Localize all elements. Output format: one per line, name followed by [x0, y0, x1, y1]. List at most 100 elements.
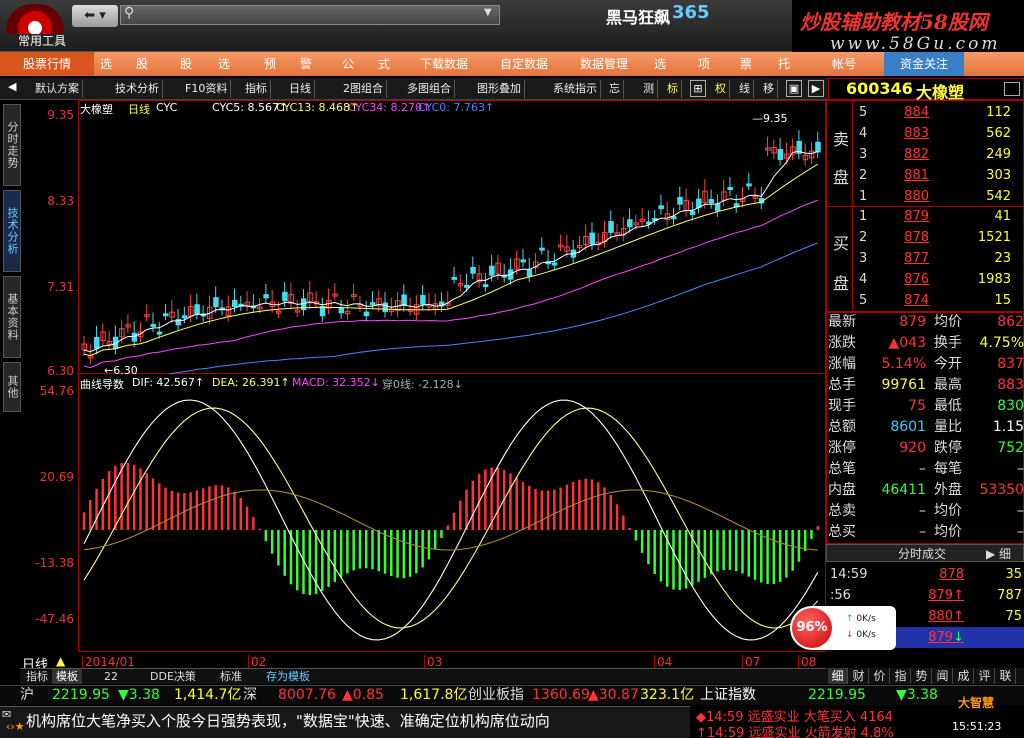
buy-order-row[interactable]: 4 876 1983: [855, 269, 1023, 290]
buy-order-row[interactable]: 5 874 15: [855, 290, 1023, 311]
menu-item[interactable]: 资金关注: [884, 52, 964, 76]
sell-order-row[interactable]: 4 883 562: [855, 123, 1023, 144]
toolbar-button[interactable]: 移: [760, 80, 778, 98]
bottom-tab[interactable]: 22: [100, 669, 122, 684]
window-button[interactable]: ▣: [786, 80, 802, 97]
index-ticker-item[interactable]: 1,617.8亿: [400, 686, 467, 704]
menu-item[interactable]: 公: [336, 52, 360, 76]
menu-item[interactable]: 警: [294, 52, 318, 76]
detail-tab[interactable]: 评: [975, 668, 995, 684]
detail-tab[interactable]: 指: [891, 668, 911, 684]
crosshair-button[interactable]: ⊞: [690, 80, 706, 97]
index-ticker-item[interactable]: ▼3.38: [118, 686, 160, 704]
toolbar-button[interactable]: 多图组合: [404, 80, 455, 98]
menu-item[interactable]: 股票行情: [0, 52, 94, 76]
menu-item[interactable]: 股: [174, 52, 198, 76]
prev-arrow-icon[interactable]: ◀: [8, 80, 16, 93]
index-ticker-item[interactable]: ▼3.38: [896, 686, 938, 704]
detail-tab[interactable]: 财: [849, 668, 869, 684]
detail-tab[interactable]: 势: [912, 668, 932, 684]
index-ticker-item[interactable]: 8007.76: [278, 686, 336, 704]
toolbar-button[interactable]: 默认方案: [32, 80, 83, 98]
back-arrow-icon[interactable]: ⬅: [84, 8, 95, 23]
index-ticker-item[interactable]: 上证指数: [700, 686, 756, 704]
tick-row[interactable]: 14:59 878 35: [826, 564, 1024, 585]
left-tab[interactable]: 其他: [3, 362, 21, 412]
period-arrow-icon[interactable]: ▲: [56, 654, 65, 668]
detail-tab[interactable]: 细: [828, 668, 848, 684]
index-ticker-item[interactable]: 1,414.7亿: [174, 686, 241, 704]
menu-item[interactable]: 选: [94, 52, 118, 76]
index-ticker-item[interactable]: 2219.95: [808, 686, 866, 704]
menu-item[interactable]: 选: [648, 52, 672, 76]
news-nav-icon[interactable]: ‹›★: [6, 720, 25, 733]
detail-tab[interactable]: 成: [954, 668, 974, 684]
detail-tab[interactable]: 价: [870, 668, 890, 684]
detail-tab[interactable]: 闻: [933, 668, 953, 684]
search-dropdown-icon[interactable]: ▼: [484, 7, 492, 18]
common-tools-label[interactable]: 常用工具: [18, 32, 66, 49]
toolbar-next-button[interactable]: ▶: [808, 80, 824, 97]
index-ticker-item[interactable]: 323.1亿: [640, 686, 694, 704]
bottom-tab[interactable]: 标准: [216, 669, 246, 684]
tick-row[interactable]: :56 879↑ 787: [826, 585, 1024, 606]
bottom-tab[interactable]: 存为模板: [262, 669, 314, 684]
bottom-tab[interactable]: 模板: [52, 669, 82, 684]
toolbar-button[interactable]: 指标: [242, 80, 271, 98]
chevron-down-icon[interactable]: ▾: [99, 8, 106, 23]
left-tab[interactable]: 技术分析: [3, 190, 21, 272]
index-ticker-item[interactable]: 沪: [20, 686, 34, 704]
stock-menu-button[interactable]: [1004, 82, 1020, 96]
toolbar-button[interactable]: 图形叠加: [474, 80, 525, 98]
sell-order-row[interactable]: 1 880 542: [855, 186, 1023, 207]
bottom-tab[interactable]: DDE决策: [146, 669, 200, 684]
toolbar-button[interactable]: 测: [640, 80, 658, 98]
x-axis-label: 02: [248, 655, 266, 669]
alert-item[interactable]: ↑14:59 远盛实业 火箭发射 4.8%: [696, 722, 894, 738]
menu-item[interactable]: 选: [212, 52, 236, 76]
menu-item[interactable]: 股: [130, 52, 154, 76]
toolbar-button[interactable]: 标: [664, 80, 682, 98]
sell-order-row[interactable]: 3 882 249: [855, 144, 1023, 165]
menu-item[interactable]: 票: [734, 52, 758, 76]
ticks-detail-tab[interactable]: ▶ 细: [986, 545, 1011, 562]
menu-item[interactable]: 项: [692, 52, 716, 76]
bottom-tab[interactable]: 指标: [22, 669, 52, 684]
detail-tab[interactable]: 联: [996, 668, 1016, 684]
menu-item[interactable]: 式: [372, 52, 396, 76]
menu-item[interactable]: 下载数据: [414, 52, 474, 76]
menu-item[interactable]: 自定数据: [494, 52, 554, 76]
menu-item[interactable]: 预: [258, 52, 282, 76]
menu-item[interactable]: 托: [772, 52, 796, 76]
menu-item[interactable]: 帐号: [826, 52, 862, 76]
index-ticker-item[interactable]: ▲30.87: [588, 686, 639, 704]
stat-label: 量比: [934, 419, 962, 435]
sell-order-row[interactable]: 2 881 303: [855, 165, 1023, 186]
toolbar-button[interactable]: F10资料: [182, 80, 232, 98]
index-ticker-item[interactable]: 1360.69: [532, 686, 590, 704]
buy-order-row[interactable]: 3 877 23: [855, 248, 1023, 269]
toolbar-button[interactable]: 线: [736, 80, 754, 98]
index-ticker-item[interactable]: 创业板指: [468, 686, 524, 704]
memory-usage-badge[interactable]: 96%: [792, 608, 832, 648]
search-input[interactable]: [120, 5, 500, 25]
toolbar-button[interactable]: 2图组合: [340, 80, 387, 98]
sell-order-row[interactable]: 5 884 112: [855, 102, 1023, 123]
candle-body: [338, 307, 345, 314]
back-forward-nav[interactable]: ⬅ ▾: [72, 5, 118, 27]
toolbar-button[interactable]: 技术分析: [112, 80, 163, 98]
left-tab[interactable]: 基本资料: [3, 276, 21, 358]
menu-item[interactable]: 数据管理: [574, 52, 634, 76]
toolbar-button[interactable]: 权: [712, 80, 730, 98]
index-ticker-item[interactable]: ▲0.85: [342, 686, 384, 704]
left-tab[interactable]: 分时走势: [3, 104, 21, 186]
buy-order-row[interactable]: 2 878 1521: [855, 227, 1023, 248]
index-ticker-item[interactable]: 深: [243, 686, 257, 704]
toolbar-button[interactable]: 忘: [606, 80, 624, 98]
stats-row: 现手 75 最低 830: [826, 396, 1024, 417]
toolbar-button[interactable]: 日线: [286, 80, 315, 98]
buy-order-row[interactable]: 1 879 41: [855, 206, 1023, 227]
news-headline[interactable]: 机构席位大笔净买入个股今日强势表现，"数据宝"快速、准确定位机构席位动向: [26, 710, 550, 731]
index-ticker-item[interactable]: 2219.95: [52, 686, 110, 704]
toolbar-button[interactable]: 系统指示: [550, 80, 601, 98]
